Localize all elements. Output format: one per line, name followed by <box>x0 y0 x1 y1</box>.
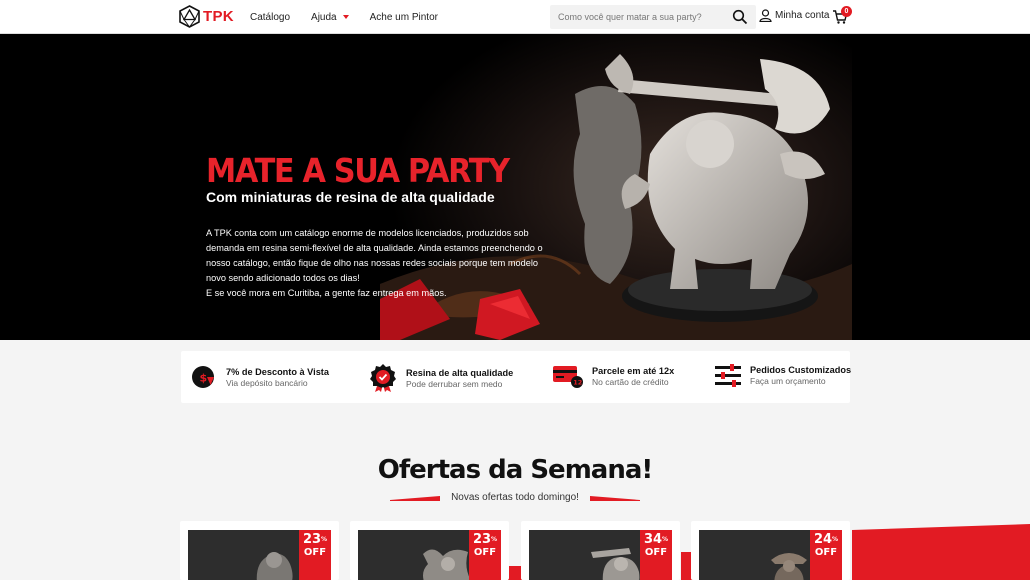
user-icon <box>759 9 772 22</box>
feature-title: Parcele em até 12x <box>592 365 675 376</box>
nav-label: Catálogo <box>250 11 291 23</box>
nav-label: Ajuda <box>311 11 337 23</box>
hero-description: A TPK conta com um catálogo enorme de mo… <box>206 228 543 283</box>
offers-heading: Ofertas da Semana! <box>377 455 654 485</box>
nav-label: Ache um Pintor <box>369 11 438 23</box>
account-label: Minha conta <box>775 10 830 21</box>
offers-subheading-wrap: Novas ofertas todo domingo! <box>390 490 640 506</box>
percent-sign: % <box>832 536 839 543</box>
site-header: TPK Catálogo Ajuda Ache um Pintor Minha … <box>0 0 1030 34</box>
red-accent <box>508 566 522 580</box>
cart-count-badge: 0 <box>841 6 852 17</box>
percent-sign: % <box>321 536 328 543</box>
feature-title: 7% de Desconto à Vista <box>226 366 329 377</box>
feature-title: Resina de alta qualidade <box>406 367 514 378</box>
logo[interactable]: TPK <box>179 5 234 28</box>
off-label: OFF <box>303 547 327 558</box>
hero-subtitle: Com miniaturas de resina de alta qualida… <box>206 189 495 205</box>
red-decoration-shape <box>852 524 1030 580</box>
offers-subheading: Novas ofertas todo domingo! <box>451 492 579 503</box>
product-card[interactable]: 23% OFF <box>350 521 509 580</box>
main-nav: Catálogo Ajuda Ache um Pintor <box>250 0 459 34</box>
feature-title: Pedidos Customizados <box>750 364 852 375</box>
discount-badge: 23% OFF <box>299 530 331 580</box>
feature-custom-orders: Pedidos Customizados Faça um orçamento <box>715 363 851 387</box>
d20-logo-icon <box>179 5 200 28</box>
hero-title: MATE A SUA PARTY <box>206 151 510 190</box>
discount-value: 34 <box>643 532 663 547</box>
quality-badge-icon <box>370 364 396 392</box>
discount-icon: $ <box>192 366 214 388</box>
features-bar: $ 7% de Desconto à Vista Via depósito ba… <box>181 351 851 403</box>
discount-badge: 24% OFF <box>810 530 842 580</box>
chevron-down-icon <box>342 15 349 19</box>
search-input[interactable] <box>550 5 728 29</box>
hero-banner: MATE A SUA PARTY Com miniaturas de resin… <box>0 34 1030 340</box>
feature-quality: Resina de alta qualidade Pode derrubar s… <box>369 363 513 393</box>
nav-catalogo[interactable]: Catálogo <box>250 12 290 23</box>
discount-value: 23 <box>472 532 492 547</box>
hero-delivery-note: E se você mora em Curitiba, a gente faz … <box>206 288 447 298</box>
svg-text:$: $ <box>200 372 208 385</box>
product-card[interactable]: 23% OFF <box>180 521 339 580</box>
feature-installments: 12 Parcele em até 12x No cartão de crédi… <box>553 363 674 389</box>
discount-value: 24 <box>813 532 833 547</box>
percent-sign: % <box>491 536 498 543</box>
search-box <box>550 5 756 29</box>
discount-value: 23 <box>302 532 322 547</box>
nav-ache-um-pintor[interactable]: Ache um Pintor <box>370 12 438 23</box>
feature-subtitle: Pode derrubar sem medo <box>406 378 503 389</box>
discount-badge: 34% OFF <box>640 530 672 580</box>
feature-subtitle: Faça um orçamento <box>750 375 826 386</box>
sliders-icon <box>715 364 741 387</box>
feature-subtitle: No cartão de crédito <box>592 376 669 387</box>
feature-subtitle: Via depósito bancário <box>226 377 308 388</box>
product-card[interactable]: 24% OFF <box>691 521 850 580</box>
feature-discount: $ 7% de Desconto à Vista Via depósito ba… <box>189 363 329 391</box>
product-card[interactable]: 34% OFF <box>521 521 680 580</box>
miniature-thumbnail <box>256 552 293 580</box>
logo-text: TPK <box>203 8 234 25</box>
off-label: OFF <box>644 547 668 558</box>
search-icon[interactable] <box>732 9 748 25</box>
credit-card-icon: 12 <box>553 366 583 388</box>
card-installments-badge: 12 <box>573 379 582 387</box>
nav-ajuda[interactable]: Ajuda <box>311 12 349 23</box>
off-label: OFF <box>814 547 838 558</box>
percent-sign: % <box>662 536 669 543</box>
account-link[interactable]: Minha conta <box>759 9 829 22</box>
off-label: OFF <box>473 547 497 558</box>
discount-badge: 23% OFF <box>469 530 501 580</box>
